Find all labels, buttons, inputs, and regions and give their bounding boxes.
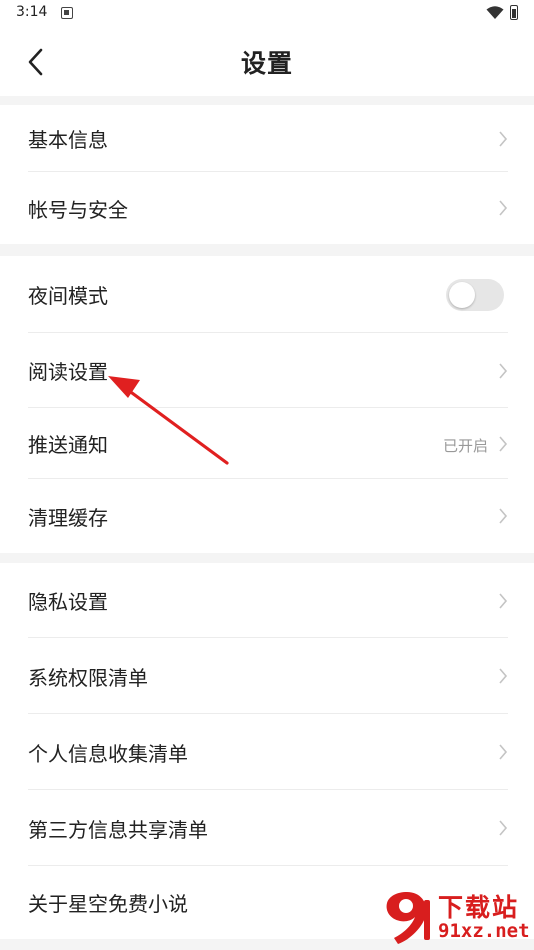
- row-label: 帐号与安全: [28, 197, 128, 222]
- row-privacy-settings[interactable]: 隐私设置: [0, 563, 534, 638]
- row-third-party-sharing[interactable]: 第三方信息共享清单: [0, 790, 534, 866]
- row-label: 夜间模式: [28, 284, 108, 308]
- row-label: 推送通知: [28, 433, 108, 457]
- wifi-icon: [486, 6, 504, 19]
- chevron-right-icon: [499, 820, 508, 836]
- row-personal-info-collection[interactable]: 个人信息收集清单: [0, 714, 534, 790]
- row-label: 阅读设置: [28, 360, 108, 384]
- chevron-right-icon: [499, 362, 508, 379]
- chevron-right-icon: [499, 130, 508, 147]
- row-label: 基本信息: [28, 128, 108, 152]
- chevron-right-icon: [499, 508, 508, 524]
- toggle-knob: [449, 281, 475, 308]
- watermark-logo-icon: [386, 892, 430, 944]
- status-time: 3:14: [16, 4, 48, 20]
- night-mode-toggle[interactable]: [446, 278, 504, 311]
- push-status-value: 已开启: [442, 436, 488, 455]
- row-reading-settings[interactable]: 阅读设置: [0, 333, 534, 408]
- settings-group-general: 夜间模式 阅读设置 推送通知 已开启 清理缓存: [0, 256, 534, 553]
- row-night-mode[interactable]: 夜间模式: [0, 256, 534, 333]
- row-label: 隐私设置: [28, 590, 108, 614]
- status-bar: 3:14: [0, 0, 534, 28]
- chevron-right-icon: [499, 435, 508, 452]
- page-title: 设置: [240, 49, 293, 78]
- row-basic-info[interactable]: 基本信息: [0, 105, 534, 172]
- row-label: 清理缓存: [28, 505, 108, 530]
- settings-group-account: 基本信息 帐号与安全: [0, 105, 534, 244]
- watermark: 下载站 91xz.net: [380, 886, 530, 948]
- chevron-right-icon: [499, 744, 508, 760]
- chevron-right-icon: [499, 200, 508, 216]
- row-push-notifications[interactable]: 推送通知 已开启: [0, 408, 534, 479]
- chevron-right-icon: [499, 668, 508, 684]
- row-label: 第三方信息共享清单: [28, 817, 208, 842]
- notification-icon: [61, 7, 73, 19]
- chevron-right-icon: [499, 592, 508, 609]
- row-label: 个人信息收集清单: [28, 741, 188, 766]
- nav-bar: 设置: [0, 28, 534, 96]
- battery-icon: [510, 5, 518, 20]
- row-account-security[interactable]: 帐号与安全: [0, 172, 534, 244]
- row-label: 关于星空免费小说: [28, 892, 188, 916]
- row-label: 系统权限清单: [28, 665, 148, 690]
- watermark-domain: 91xz.net: [438, 920, 530, 942]
- row-system-permissions[interactable]: 系统权限清单: [0, 638, 534, 714]
- watermark-text: 下载站: [438, 893, 520, 922]
- row-clear-cache[interactable]: 清理缓存: [0, 479, 534, 553]
- settings-group-privacy: 隐私设置 系统权限清单 个人信息收集清单 第三方信息共享清单 关于星空免费小说: [0, 563, 534, 939]
